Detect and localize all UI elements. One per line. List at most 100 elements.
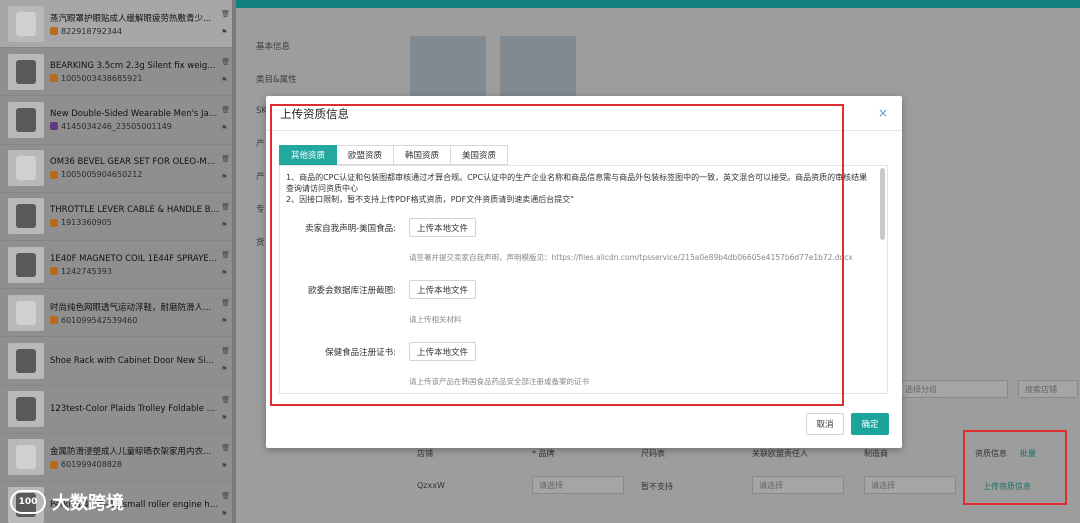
product-id: 601099542539460 xyxy=(61,315,138,325)
product-info: Shoe Rack with Cabinet Door New Sim... xyxy=(50,356,220,366)
col-brand: * 品牌 xyxy=(532,449,555,458)
flag-icon[interactable]: ⚑ xyxy=(221,269,230,277)
product-title: 蒸汽眼罩护眼贴成人缓解眼疲劳热敷青少... xyxy=(50,13,212,24)
product-images xyxy=(410,36,576,100)
col-manufacturer: 制造商 xyxy=(864,449,888,458)
flag-icon[interactable]: ⚑ xyxy=(221,28,230,36)
product-list-item[interactable]: 123test-Color Plaids Trolley Foldable H.… xyxy=(0,386,236,434)
note-2: 2、因接口限制，暂不支持上传PDF格式资质，PDF文件资质请到速卖通后台提交" xyxy=(286,195,574,204)
flag-icon[interactable]: ⚑ xyxy=(221,173,230,181)
product-id-row: 1242745393 xyxy=(50,267,220,276)
delete-icon[interactable]: 🗑 xyxy=(221,10,230,18)
product-list-item[interactable]: 金属防滑浸塑成人儿童晾晒衣架家用内衣... 601999408828 🗑 ⚑ xyxy=(0,434,236,482)
modal-divider xyxy=(266,130,902,131)
item-actions: 🗑 ⚑ xyxy=(221,251,230,277)
item-actions: 🗑 ⚑ xyxy=(221,492,230,518)
confirm-button[interactable]: 确定 xyxy=(851,413,889,435)
product-title: OM36 BEVEL GEAR SET FOR OLEO-MA... xyxy=(50,157,220,168)
delete-icon[interactable]: 🗑 xyxy=(221,251,230,259)
nav-basic-info[interactable]: 基本信息 xyxy=(256,40,297,52)
product-list: 蒸汽眼罩护眼贴成人缓解眼疲劳热敷青少... 822918792344 🗑 ⚑ BEARK… xyxy=(0,0,236,523)
watermark-text: 大数跨境 xyxy=(52,493,124,514)
product-image-1[interactable] xyxy=(410,36,486,100)
tab-other-qualification[interactable]: 其他资质 xyxy=(279,145,338,165)
delete-icon[interactable]: 🗑 xyxy=(221,347,230,355)
delete-icon[interactable]: 🗑 xyxy=(221,444,230,452)
product-image-2[interactable] xyxy=(500,36,576,100)
group-select[interactable]: 选择分组 xyxy=(898,380,1008,398)
product-list-item[interactable]: BEARKING 3.5cm 2.3g Silent fix weight...… xyxy=(0,48,236,97)
flag-icon[interactable]: ⚑ xyxy=(221,365,230,373)
flag-icon[interactable]: ⚑ xyxy=(221,76,230,84)
flag-icon[interactable]: ⚑ xyxy=(221,414,230,422)
col-size-chart: 尺码表 xyxy=(641,449,665,458)
product-id-row: 822918792344 xyxy=(50,27,220,36)
hint-health-food: 请上传该产品在韩国食品药品安全部注册或备案的证书 xyxy=(409,377,589,386)
product-id-row: 1005005904650212 xyxy=(50,170,220,179)
product-id: 1242745393 xyxy=(61,266,112,276)
platform-icon xyxy=(50,170,58,179)
upload-button-health-food[interactable]: 上传本地文件 xyxy=(409,342,477,361)
product-list-scrollbar[interactable] xyxy=(232,0,236,523)
item-actions: 🗑 ⚑ xyxy=(221,203,230,229)
item-actions: 🗑 ⚑ xyxy=(221,10,230,36)
product-id-row: 601999408828 xyxy=(50,460,220,469)
product-title: New Double-Sided Wearable Men's Jac... xyxy=(50,108,220,119)
delete-icon[interactable]: 🗑 xyxy=(221,492,230,500)
delete-icon[interactable]: 🗑 xyxy=(221,203,230,211)
product-title: THROTTLE LEVER CABLE & HANDLE B... xyxy=(50,205,219,216)
product-id: 1913360905 xyxy=(61,218,112,228)
tab-eu-qualification[interactable]: 欧盟资质 xyxy=(337,145,395,165)
product-thumbnail xyxy=(8,391,44,428)
flag-icon[interactable]: ⚑ xyxy=(221,462,230,470)
platform-icon xyxy=(50,218,58,227)
product-thumbnail xyxy=(8,5,44,42)
close-icon[interactable]: × xyxy=(878,106,888,120)
item-actions: 🗑 ⚑ xyxy=(221,299,230,325)
flag-icon[interactable]: ⚑ xyxy=(221,510,230,518)
content-scrollbar[interactable] xyxy=(880,168,885,240)
product-list-item[interactable]: 蒸汽眼罩护眼贴成人缓解眼疲劳热敷青少... 822918792344 🗑 ⚑ xyxy=(0,0,236,49)
brand-select[interactable]: 请选择 xyxy=(532,476,624,494)
product-id: 822918792344 xyxy=(61,26,123,36)
product-info: New Double-Sided Wearable Men's Jac... 41… xyxy=(50,109,220,131)
product-id: 4145034246_23505001149 xyxy=(61,121,172,131)
product-thumbnail xyxy=(8,53,44,90)
product-list-item[interactable]: New Double-Sided Wearable Men's Jac... 41… xyxy=(0,96,236,145)
product-title: 123test-Color Plaids Trolley Foldable H.… xyxy=(50,404,220,415)
delete-icon[interactable]: 🗑 xyxy=(221,396,230,404)
upload-qualification-modal: 上传资质信息 × 其他资质 欧盟资质 韩国资质 美国资质 1、商品的CPC认证和… xyxy=(266,96,902,448)
shop-search-input[interactable]: 搜索店铺 xyxy=(1018,380,1078,398)
product-thumbnail xyxy=(8,150,44,187)
product-list-item[interactable]: 时尚纯色网眼透气运动浮鞋，耐磨防滑人... 601099542539460 🗑 ⚑ xyxy=(0,289,236,338)
delete-icon[interactable]: 🗑 xyxy=(221,155,230,163)
col-shop: 店铺 xyxy=(417,449,433,458)
product-list-item[interactable]: Shoe Rack with Cabinet Door New Sim... 🗑 ⚑ xyxy=(0,337,236,386)
upload-button-eu-database[interactable]: 上传本地文件 xyxy=(409,280,477,299)
product-info: 时尚纯色网眼透气运动浮鞋，耐磨防滑人... 601099542539460 xyxy=(50,301,220,325)
delete-icon[interactable]: 🗑 xyxy=(221,299,230,307)
nav-category-attributes[interactable]: 类目&属性 xyxy=(256,73,297,85)
flag-icon[interactable]: ⚑ xyxy=(221,124,230,132)
product-list-item[interactable]: OM36 BEVEL GEAR SET FOR OLEO-MA... 100500… xyxy=(0,145,236,193)
item-actions: 🗑 ⚑ xyxy=(221,155,230,181)
product-list-item[interactable]: 1E40F MAGNETO COIL 1E44F SPRAYER... 12427… xyxy=(0,241,236,290)
product-thumbnail xyxy=(8,294,44,331)
upload-button-us-food[interactable]: 上传本地文件 xyxy=(409,218,477,237)
tab-us-qualification[interactable]: 美国资质 xyxy=(451,145,509,165)
platform-icon xyxy=(50,267,58,276)
delete-icon[interactable]: 🗑 xyxy=(221,58,230,66)
product-id: 1005003438685921 xyxy=(61,73,143,83)
cancel-button[interactable]: 取消 xyxy=(806,413,844,435)
delete-icon[interactable]: 🗑 xyxy=(221,106,230,114)
product-thumbnail xyxy=(8,101,44,138)
flag-icon[interactable]: ⚑ xyxy=(221,317,230,325)
product-list-item[interactable]: THROTTLE LEVER CABLE & HANDLE B... 191336… xyxy=(0,193,236,241)
product-info: BEARKING 3.5cm 2.3g Silent fix weight...… xyxy=(50,61,220,83)
manufacturer-select[interactable]: 请选择 xyxy=(864,476,956,494)
flag-icon[interactable]: ⚑ xyxy=(221,221,230,229)
tab-korea-qualification[interactable]: 韩国资质 xyxy=(394,145,452,165)
eu-responsible-select[interactable]: 请选择 xyxy=(752,476,844,494)
product-id-row: 1913360905 xyxy=(50,218,220,227)
row-shop: QzxxW xyxy=(417,481,445,490)
